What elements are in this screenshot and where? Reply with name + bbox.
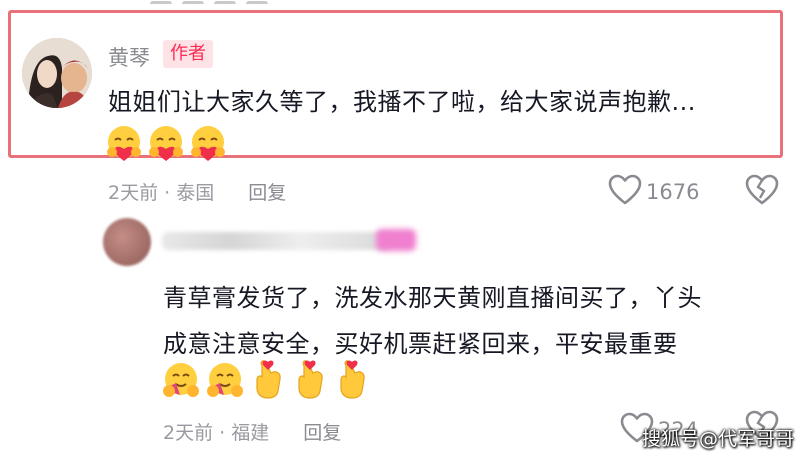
reply-emoji-row <box>160 360 374 402</box>
comment-location: 泰国 <box>176 182 215 204</box>
reply-text-line-2: 成意注意安全，买好机票赶紧回来，平安最重要 <box>163 330 678 358</box>
finger-heart-icon <box>332 358 372 404</box>
heart-icon <box>608 174 642 210</box>
meta-separator: · <box>164 182 171 204</box>
author-avatar[interactable] <box>22 38 92 108</box>
watermark: 搜狐号@代军哥哥 <box>641 428 794 450</box>
comment-time: 2天前 <box>163 422 214 444</box>
author-emoji-row <box>104 124 230 162</box>
cut-off-previous-comment <box>150 0 320 4</box>
like-button[interactable]: 1676 <box>608 174 699 210</box>
meta-separator: · <box>219 422 226 444</box>
comment-location: 福建 <box>231 422 270 444</box>
reply-name-blurred <box>162 232 392 250</box>
hug-heart-icon <box>104 124 144 162</box>
like-count: 1676 <box>646 180 700 204</box>
hugging-face-icon <box>204 359 246 403</box>
reply-button[interactable]: 回复 <box>248 182 286 204</box>
author-comment-text: 姐姐们让大家久等了，我播不了啦，给大家说声抱歉... <box>108 88 696 116</box>
author-comment-meta: 2天前 · 泰国 回复 <box>108 178 286 205</box>
reply-comment-meta: 2天前 · 福建 回复 <box>163 418 341 445</box>
comment-time: 2天前 <box>108 182 159 204</box>
author-badge: 作者 <box>163 40 213 68</box>
reply-button[interactable]: 回复 <box>303 422 341 444</box>
reply-text-line-1: 青草膏发货了，洗发水那天黄刚直播间买了，丫头 <box>163 284 702 312</box>
finger-heart-icon <box>290 358 330 404</box>
hug-heart-icon <box>146 124 186 162</box>
finger-heart-icon <box>248 358 288 404</box>
reply-avatar-blurred[interactable] <box>103 218 151 266</box>
broken-heart-icon[interactable] <box>745 174 779 210</box>
hugging-face-icon <box>160 359 202 403</box>
hug-heart-icon <box>188 124 228 162</box>
reply-badge-blurred <box>376 229 416 251</box>
author-name[interactable]: 黄琴 <box>108 42 150 72</box>
